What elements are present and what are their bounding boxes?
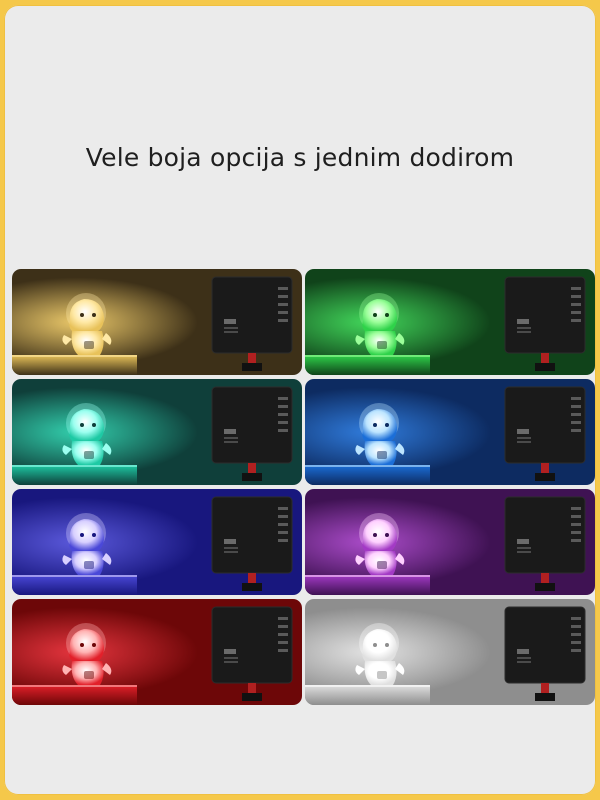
- color-tile-white: [305, 599, 595, 705]
- light-scene-image: [305, 379, 595, 485]
- pedestal: [305, 465, 430, 485]
- color-tile-green: [305, 269, 595, 375]
- pedestal: [12, 355, 137, 375]
- pedestal: [305, 355, 430, 375]
- light-scene-image: [12, 269, 302, 375]
- pedestal: [305, 685, 430, 705]
- content-card: Vele boja opcija s jednim dodirom: [4, 5, 596, 795]
- light-scene-image: [12, 599, 302, 705]
- color-tile-warm-yellow: [12, 269, 302, 375]
- light-scene-image: [12, 379, 302, 485]
- light-scene-image: [12, 489, 302, 595]
- pedestal: [305, 575, 430, 595]
- color-tile-blue: [305, 379, 595, 485]
- pedestal: [12, 685, 137, 705]
- page-headline: Vele boja opcija s jednim dodirom: [85, 143, 515, 172]
- color-options-grid: [12, 269, 596, 707]
- color-tile-indigo: [12, 489, 302, 595]
- light-scene-image: [305, 599, 595, 705]
- color-tile-teal: [12, 379, 302, 485]
- color-tile-purple: [305, 489, 595, 595]
- pedestal: [12, 575, 137, 595]
- color-tile-red: [12, 599, 302, 705]
- pedestal: [12, 465, 137, 485]
- light-scene-image: [305, 269, 595, 375]
- light-scene-image: [305, 489, 595, 595]
